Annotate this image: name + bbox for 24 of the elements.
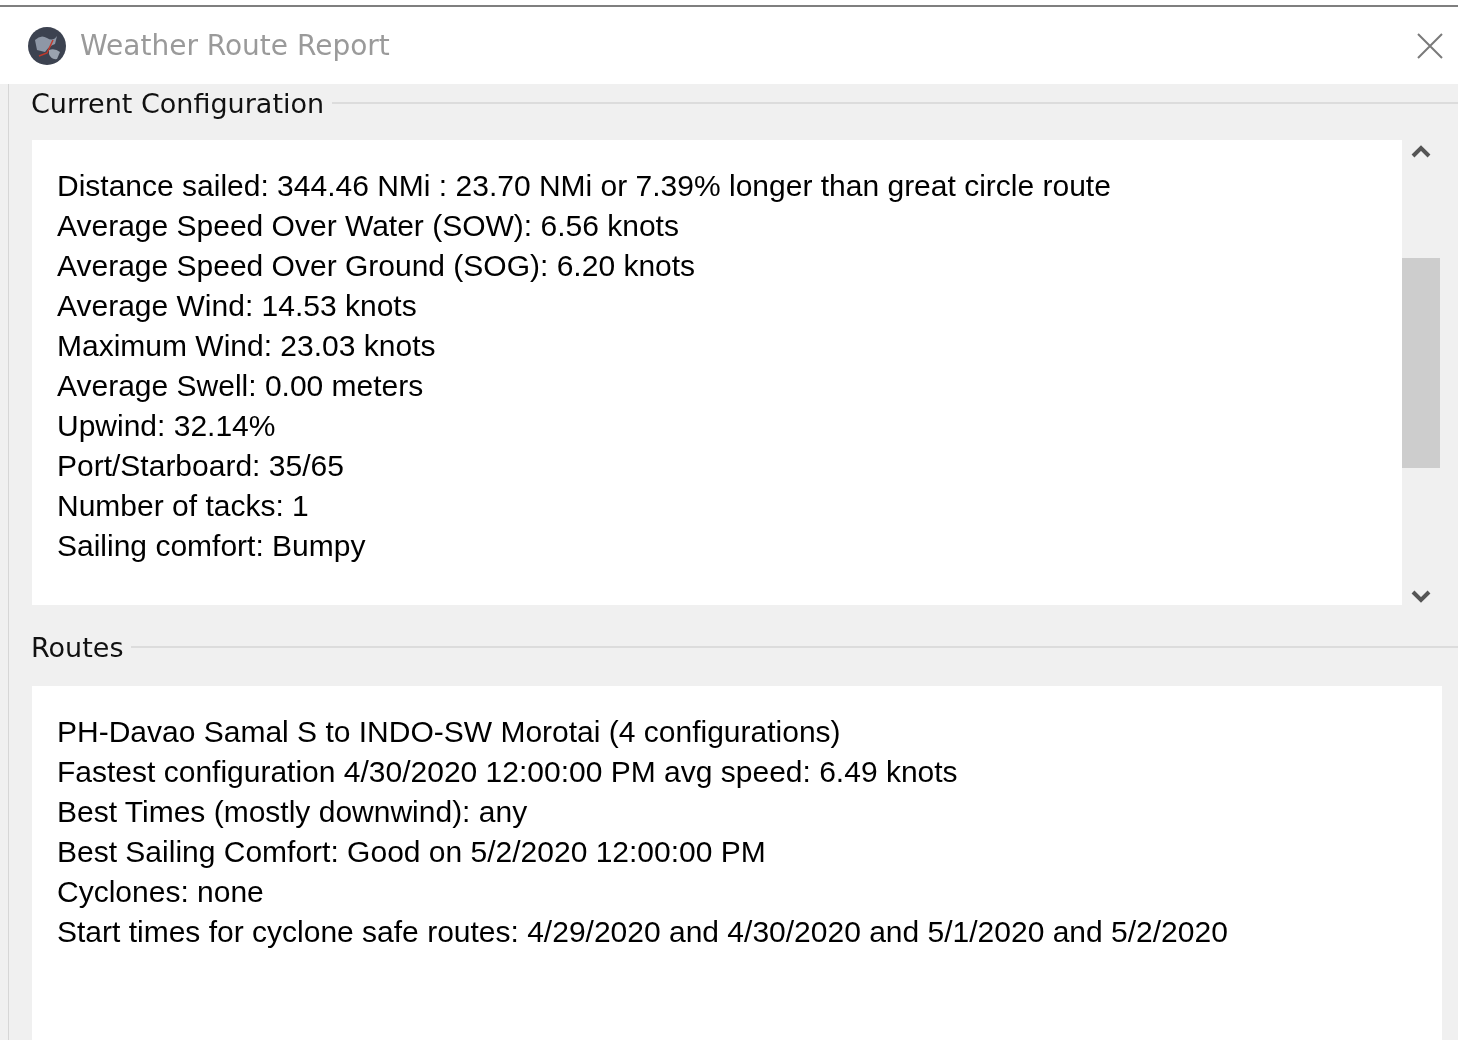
- report-line: Number of tacks: 1: [57, 488, 310, 524]
- routes-line: Start times for cyclone safe routes: 4/29/2020 and 4/30/2020 and 5/1/2020 and 5/2/2020: [57, 914, 1229, 950]
- report-line: Average Wind: 14.53 knots: [57, 288, 418, 324]
- report-line: Average Speed Over Ground (SOG): 6.20 knots: [57, 248, 697, 284]
- report-line: Sailing comfort: Bumpy: [57, 528, 367, 564]
- routes-line: PH-Davao Samal S to INDO-SW Morotai (4 configurations): [57, 714, 842, 750]
- report-line: Port/Starboard: 35/65: [57, 448, 345, 484]
- scroll-down-icon[interactable]: [1411, 590, 1431, 604]
- report-line: Maximum Wind: 23.03 knots: [57, 328, 437, 364]
- report-line: Average Speed Over Water (SOW): 6.56 knots: [57, 208, 680, 244]
- routes-line: Fastest configuration 4/30/2020 12:00:00 PM avg speed: 6.49 knots: [57, 754, 959, 790]
- scroll-thumb[interactable]: [1402, 258, 1440, 468]
- close-icon[interactable]: [1416, 31, 1444, 60]
- routes-line: Cyclones: none: [57, 874, 265, 910]
- report-line: Upwind: 32.14%: [57, 408, 277, 444]
- routes-line: Best Sailing Comfort: Good on 5/2/2020 12:00:00 PM: [57, 834, 767, 870]
- scroll-up-icon[interactable]: [1411, 144, 1431, 158]
- routes-line: Best Times (mostly downwind): any: [57, 794, 529, 830]
- window-title: Weather Route Report: [80, 29, 391, 62]
- report-line: Average Swell: 0.00 meters: [57, 368, 425, 404]
- group-title: Routes: [30, 631, 125, 663]
- report-line: Distance sailed: 344.46 NMi : 23.70 NMi or 7.39% longer than great circle route: [57, 168, 1112, 204]
- group-title: Current Configuration: [30, 87, 326, 119]
- globe-icon: [27, 25, 67, 66]
